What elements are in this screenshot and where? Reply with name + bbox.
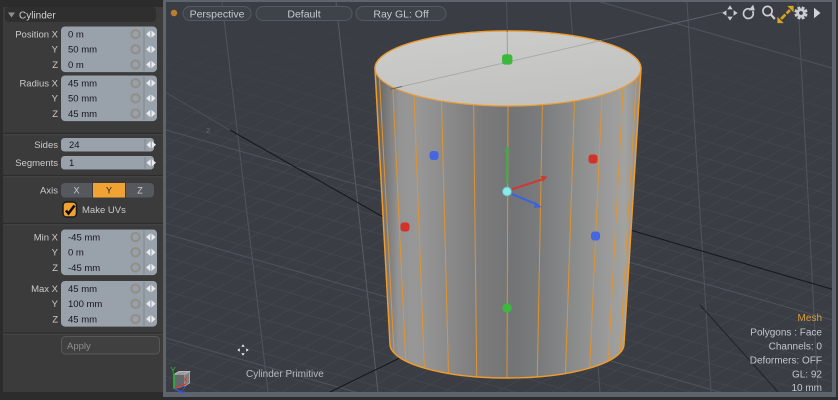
svg-text:Y: Y	[170, 365, 176, 375]
svg-text:Default: Default	[287, 8, 320, 20]
svg-text:50 mm: 50 mm	[68, 94, 97, 105]
svg-text:Z: Z	[181, 385, 187, 395]
svg-text:0 m: 0 m	[68, 30, 84, 41]
svg-text:0 m: 0 m	[68, 60, 84, 71]
svg-text:Apply: Apply	[67, 341, 91, 352]
svg-text:24: 24	[69, 140, 80, 151]
svg-text:Z: Z	[52, 263, 58, 274]
svg-text:0 m: 0 m	[68, 248, 84, 259]
svg-text:Mesh: Mesh	[798, 313, 822, 324]
svg-text:Position X: Position X	[15, 30, 58, 41]
svg-text:45 mm: 45 mm	[68, 284, 97, 295]
svg-text:45 mm: 45 mm	[68, 314, 97, 325]
svg-text:Channels: 0: Channels: 0	[769, 342, 823, 353]
svg-text:Y: Y	[106, 186, 112, 196]
svg-text:Z: Z	[52, 109, 58, 120]
svg-text:Cylinder Primitive: Cylinder Primitive	[246, 369, 324, 380]
svg-text:Make UVs: Make UVs	[82, 205, 126, 216]
svg-text:Polygons : Face: Polygons : Face	[750, 328, 822, 339]
svg-text:-45 mm: -45 mm	[68, 233, 100, 244]
svg-text:45 mm: 45 mm	[68, 109, 97, 120]
svg-text:Y: Y	[52, 94, 59, 105]
svg-text:-45 mm: -45 mm	[68, 263, 100, 274]
svg-text:X: X	[183, 374, 189, 384]
svg-text:45 mm: 45 mm	[68, 79, 97, 90]
svg-text:Max X: Max X	[31, 284, 59, 295]
svg-text:Z: Z	[52, 60, 58, 71]
svg-text:Cylinder: Cylinder	[19, 10, 56, 21]
svg-text:1: 1	[69, 158, 74, 169]
svg-text:X: X	[73, 186, 79, 196]
svg-text:Radius X: Radius X	[19, 79, 58, 90]
svg-text:Sides: Sides	[34, 140, 58, 151]
svg-text:2: 2	[206, 126, 210, 135]
svg-text:Min X: Min X	[34, 233, 59, 244]
svg-text:Y: Y	[52, 45, 59, 56]
svg-text:100 mm: 100 mm	[68, 299, 102, 310]
svg-text:Axis: Axis	[40, 185, 58, 196]
svg-text:50 mm: 50 mm	[68, 45, 97, 56]
svg-text:Y: Y	[52, 299, 59, 310]
svg-text:Y: Y	[52, 248, 59, 259]
svg-text:Ray GL: Off: Ray GL: Off	[373, 8, 428, 20]
svg-text:Z: Z	[137, 186, 143, 196]
svg-text:Perspective: Perspective	[190, 8, 245, 20]
svg-text:Deformers: OFF: Deformers: OFF	[750, 356, 822, 367]
svg-text:Segments: Segments	[15, 158, 58, 169]
svg-text:GL: 92: GL: 92	[792, 370, 822, 381]
svg-text:Z: Z	[52, 314, 58, 325]
